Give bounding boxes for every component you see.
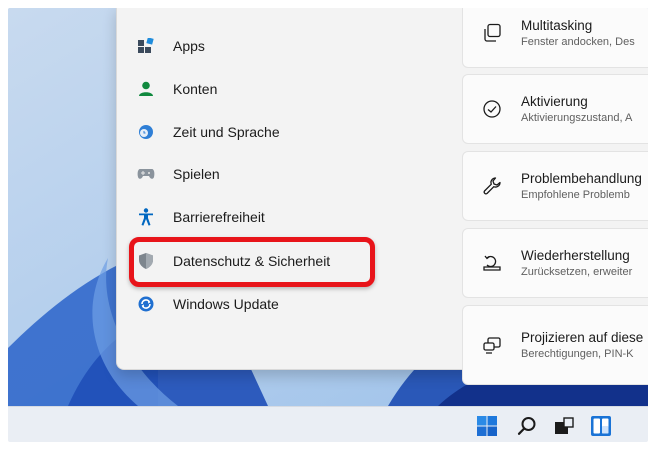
nav-item-label: Spielen [173, 166, 220, 182]
widgets-icon[interactable] [590, 415, 612, 437]
card-aktivierung[interactable]: Aktivierung Aktivierungszustand, A [462, 74, 648, 144]
activation-check-icon [481, 98, 503, 120]
nav-item-apps[interactable]: Apps [137, 31, 437, 61]
start-icon[interactable] [476, 415, 498, 437]
card-title: Wiederherstellung [521, 248, 630, 263]
card-problembehandlung[interactable]: Problembehandlung Empfohlene Problemb [462, 151, 648, 221]
nav-item-label: Konten [173, 81, 218, 97]
search-icon[interactable] [516, 415, 538, 437]
nav-item-label: Apps [173, 38, 205, 54]
card-title: Projizieren auf diese [521, 330, 644, 345]
troubleshoot-wrench-icon [481, 175, 503, 197]
apps-icon [137, 37, 155, 55]
nav-item-label: Zeit und Sprache [173, 124, 280, 140]
card-subtitle: Berechtigungen, PIN-K [521, 348, 634, 360]
nav-item-label: Barrierefreiheit [173, 209, 265, 225]
multitasking-icon [481, 22, 503, 44]
nav-item-windows-update[interactable]: Windows Update [137, 289, 437, 319]
card-title: Problembehandlung [521, 171, 642, 186]
nav-item-zeit-und-sprache[interactable]: Zeit und Sprache [137, 117, 437, 147]
nav-item-spielen[interactable]: Spielen [137, 159, 437, 189]
card-title: Multitasking [521, 18, 593, 33]
card-multitasking[interactable]: Multitasking Fenster andocken, Des [462, 8, 648, 68]
projection-icon [481, 334, 503, 356]
card-projizieren[interactable]: Projizieren auf diese Berechtigungen, PI… [462, 305, 648, 385]
system-cards: Multitasking Fenster andocken, Des Aktiv… [462, 8, 648, 385]
card-title: Aktivierung [521, 94, 588, 109]
card-wiederherstellung[interactable]: Wiederherstellung Zurücksetzen, erweiter [462, 228, 648, 298]
settings-nav: Apps Konten Zeit und Sprache Spielen Bar… [117, 8, 457, 369]
taskbar [8, 406, 648, 442]
card-subtitle: Empfohlene Problemb [521, 189, 630, 201]
card-subtitle: Zurücksetzen, erweiter [521, 266, 633, 278]
time-language-icon [137, 123, 155, 141]
accounts-icon [137, 80, 155, 98]
card-subtitle: Aktivierungszustand, A [521, 112, 633, 124]
settings-window: Apps Konten Zeit und Sprache Spielen Bar… [116, 8, 648, 385]
task-view-icon[interactable] [553, 415, 575, 437]
card-subtitle: Fenster andocken, Des [521, 36, 635, 48]
accessibility-icon [137, 208, 155, 226]
windows-update-icon [137, 295, 155, 313]
highlight-box [129, 237, 375, 287]
nav-item-barrierefreiheit[interactable]: Barrierefreiheit [137, 202, 437, 232]
screenshot-frame: Apps Konten Zeit und Sprache Spielen Bar… [8, 8, 648, 442]
gaming-icon [137, 165, 155, 183]
recovery-icon [481, 252, 503, 274]
nav-item-konten[interactable]: Konten [137, 74, 437, 104]
nav-item-label: Windows Update [173, 296, 279, 312]
